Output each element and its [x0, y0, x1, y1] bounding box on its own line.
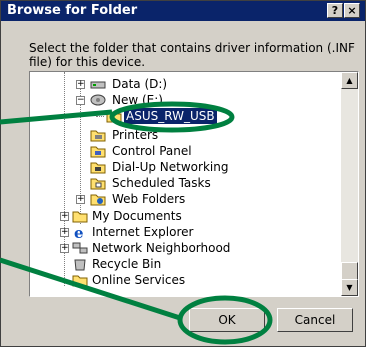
tree-item-label: Control Panel — [112, 144, 192, 158]
expand-icon[interactable]: + — [60, 228, 69, 237]
tree-item-label: Network Neighborhood — [92, 241, 231, 255]
tree-item-label: My Documents — [92, 209, 182, 223]
tree-item-label: Recycle Bin — [92, 257, 162, 271]
folder-icon — [72, 273, 88, 287]
folder-tree[interactable]: + Data (D:) − New (E:) ASUS_RW_USB Print… — [29, 71, 359, 297]
tree-item-dialup[interactable]: Dial-Up Networking — [30, 159, 330, 175]
tree-item-scheduled-tasks[interactable]: Scheduled Tasks — [30, 175, 330, 191]
title-bar: Browse for Folder ? × — [1, 1, 365, 21]
tree-item-network-neighborhood[interactable]: + Network Neighborhood — [30, 240, 330, 256]
expand-icon[interactable]: + — [76, 80, 85, 89]
tree-item-label: Internet Explorer — [92, 225, 194, 239]
tree-item-label: ASUS_RW_USB — [124, 108, 217, 124]
tree-item-label: Online Services — [92, 273, 186, 287]
scroll-up-button[interactable]: ▲ — [341, 72, 358, 89]
tree-item-internet-explorer[interactable]: + e Internet Explorer — [30, 224, 330, 242]
vertical-scrollbar[interactable]: ▲ ▼ — [341, 72, 358, 296]
folder-icon — [106, 109, 122, 123]
my-documents-icon — [72, 209, 88, 223]
close-button[interactable]: × — [344, 3, 360, 18]
tree-item-label: Web Folders — [112, 192, 186, 206]
help-button[interactable]: ? — [327, 3, 343, 18]
network-icon — [72, 241, 88, 255]
tree-item-label: Data (D:) — [112, 77, 168, 91]
expand-icon[interactable]: + — [76, 195, 85, 204]
scroll-down-button[interactable]: ▼ — [341, 279, 358, 296]
tree-item-label: Dial-Up Networking — [112, 160, 229, 174]
dialup-icon — [90, 160, 106, 174]
scroll-thumb[interactable] — [341, 262, 358, 280]
web-folders-icon — [90, 192, 106, 206]
tree-item-asus-rw-usb[interactable]: ASUS_RW_USB — [30, 108, 330, 124]
tree-item-data-drive[interactable]: + Data (D:) — [30, 76, 330, 92]
tree-item-control-panel[interactable]: Control Panel — [30, 143, 330, 159]
browse-for-folder-dialog: Browse for Folder ? × Select the folder … — [0, 0, 366, 347]
expand-icon[interactable]: + — [60, 212, 69, 221]
tree-item-printers[interactable]: Printers — [30, 127, 330, 143]
window-title: Browse for Folder — [7, 3, 138, 18]
ok-button[interactable]: OK — [189, 308, 265, 332]
recycle-bin-icon — [72, 257, 88, 271]
instructions-text: Select the folder that contains driver i… — [29, 41, 355, 69]
svg-text:e: e — [74, 225, 84, 239]
tree-item-web-folders[interactable]: + Web Folders — [30, 191, 330, 207]
cancel-button[interactable]: Cancel — [277, 308, 353, 332]
tree-item-recycle-bin[interactable]: Recycle Bin — [30, 256, 330, 272]
printers-icon — [90, 128, 106, 142]
expand-icon[interactable]: + — [60, 244, 69, 253]
scheduled-tasks-icon — [90, 176, 106, 190]
internet-explorer-icon: e — [72, 224, 88, 242]
tree-item-my-documents[interactable]: + My Documents — [30, 208, 330, 224]
control-panel-icon — [90, 144, 106, 158]
tree-item-online-services[interactable]: Online Services — [30, 272, 330, 288]
removable-drive-icon — [90, 93, 106, 107]
tree-item-label: Scheduled Tasks — [112, 176, 211, 190]
tree-item-new-drive[interactable]: − New (E:) — [30, 92, 330, 108]
drive-icon — [90, 77, 106, 91]
tree-item-label: Printers — [112, 128, 159, 142]
tree-item-label: New (E:) — [112, 93, 163, 107]
collapse-icon[interactable]: − — [76, 96, 85, 105]
tree-line — [96, 116, 104, 117]
